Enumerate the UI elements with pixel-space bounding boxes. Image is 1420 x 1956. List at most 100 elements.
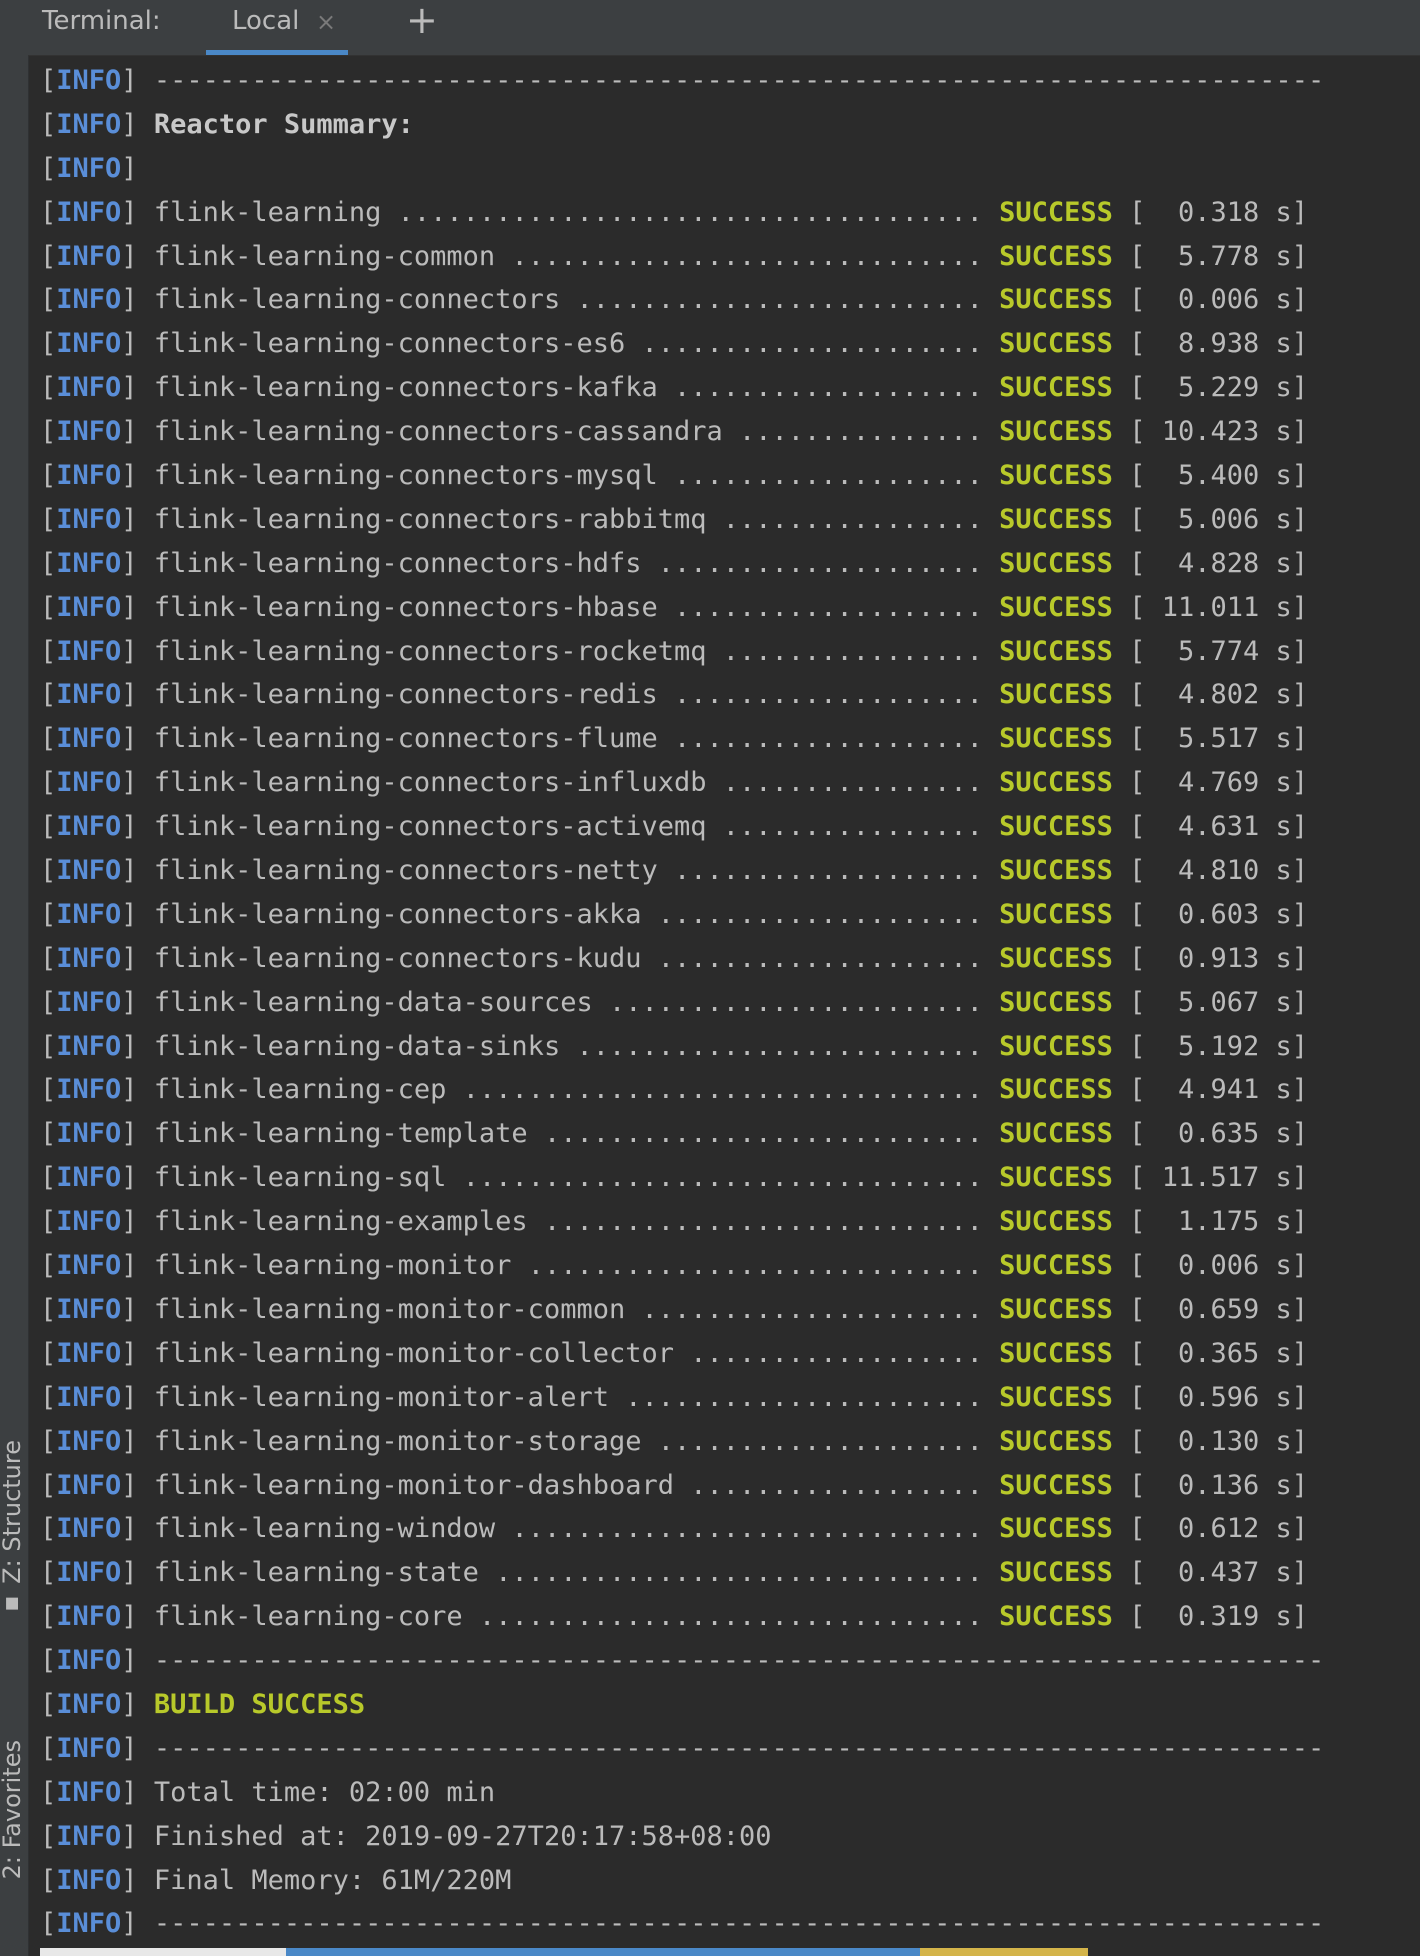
module-name: flink-learning-connectors-es6 [153,328,626,360]
status-success: SUCCESS [999,1250,1113,1282]
info-tag: INFO [56,547,122,579]
module-row: [INFO] flink-learning-connectors-redis .… [40,673,1420,717]
bracket: [ [1112,1601,1146,1633]
bracket: [ [1112,1162,1146,1194]
bracket: ] [1291,591,1309,623]
structure-tool-tab[interactable]: ▪ Z: Structure [0,1440,26,1619]
bracket: ] [1291,898,1309,930]
module-time: 5.067 s [1145,986,1292,1018]
final-memory: Final Memory: 61M/220M [153,1864,512,1896]
bracket: [ [40,152,57,184]
leader-dots: ................ [722,503,983,535]
bracket: ] [121,1250,154,1282]
module-row: [INFO] flink-learning-connectors-es6 ...… [40,322,1420,366]
info-tag: INFO [56,942,122,974]
status-success: SUCCESS [999,1074,1113,1106]
module-time: 4.941 s [1145,1074,1292,1106]
bracket: [ [1112,328,1146,360]
leader-dots: ................... [674,723,983,755]
bracket: [ [40,723,57,755]
bracket: ] [1291,855,1309,887]
info-tag: INFO [56,1513,122,1545]
build-success: BUILD SUCCESS [153,1688,366,1720]
bracket: ] [1291,1206,1309,1238]
bracket: [ [40,1381,57,1413]
bracket: [ [40,416,57,448]
bracket: ] [121,723,154,755]
bracket: [ [40,1162,57,1194]
close-icon[interactable]: × [316,8,336,36]
bracket: ] [1291,196,1309,228]
favorites-tool-tab[interactable]: 2: Favorites [0,1740,26,1879]
info-tag: INFO [56,1601,122,1633]
info-tag: INFO [56,460,122,492]
bracket: ] [121,547,154,579]
bracket: ] [1291,767,1309,799]
blank-log-line: [INFO] [40,147,1420,191]
bracket: [ [1112,767,1146,799]
status-success: SUCCESS [999,1162,1113,1194]
terminal-tab-bar: Terminal: Local × + [28,0,1420,56]
module-row: [INFO] flink-learning-connectors-hdfs ..… [40,542,1420,586]
bracket: [ [1112,986,1146,1018]
bracket: [ [40,460,57,492]
info-tag: INFO [56,108,122,140]
module-time: 0.603 s [1145,898,1292,930]
module-row: [INFO] flink-learning-connectors-activem… [40,805,1420,849]
bracket: ] [121,1908,154,1940]
bracket: [ [1112,1337,1146,1369]
module-row: [INFO] flink-learning-monitor-alert ....… [40,1376,1420,1420]
add-tab-button[interactable]: + [406,0,438,40]
bracket: [ [1112,1513,1146,1545]
status-success: SUCCESS [999,503,1113,535]
info-tag: INFO [56,1645,122,1677]
status-success: SUCCESS [999,1030,1113,1062]
bracket: [ [1112,591,1146,623]
info-tag: INFO [56,635,122,667]
info-tag: INFO [56,240,122,272]
module-row: [INFO] flink-learning-connectors-cassand… [40,410,1420,454]
leader-dots: ............................. [511,240,983,272]
status-success: SUCCESS [999,1425,1113,1457]
bracket: ] [1291,811,1309,843]
bracket: ] [121,679,154,711]
leader-dots: .................. [690,1469,983,1501]
status-success: SUCCESS [999,1601,1113,1633]
status-success: SUCCESS [999,372,1113,404]
bracket: [ [40,1293,57,1325]
module-name: flink-learning-examples [153,1206,528,1238]
bracket: ] [121,1293,154,1325]
module-name: flink-learning-connectors-flume [153,723,658,755]
bracket: ] [1291,1557,1309,1589]
module-row: [INFO] flink-learning-examples .........… [40,1200,1420,1244]
bracket: ] [1291,1293,1309,1325]
module-name: flink-learning-monitor-collector [153,1337,674,1369]
info-tag: INFO [56,898,122,930]
bracket: [ [1112,898,1146,930]
module-row: [INFO] flink-learning-cep ..............… [40,1068,1420,1112]
tab-local[interactable]: Local × [206,0,348,55]
status-success: SUCCESS [999,328,1113,360]
status-success: SUCCESS [999,1118,1113,1150]
terminal-output[interactable]: [INFO] ---------------------------------… [40,59,1420,1946]
module-row: [INFO] flink-learning-common ...........… [40,235,1420,279]
tab-local-label: Local [232,6,300,36]
module-name: flink-learning-monitor-alert [153,1381,609,1413]
info-tag: INFO [56,372,122,404]
leader-dots: ................ [722,811,983,843]
separator-line: [INFO] ---------------------------------… [40,59,1420,103]
leader-dots: ....................... [608,986,983,1018]
bracket: ] [121,1381,154,1413]
bracket: [ [40,1776,57,1808]
